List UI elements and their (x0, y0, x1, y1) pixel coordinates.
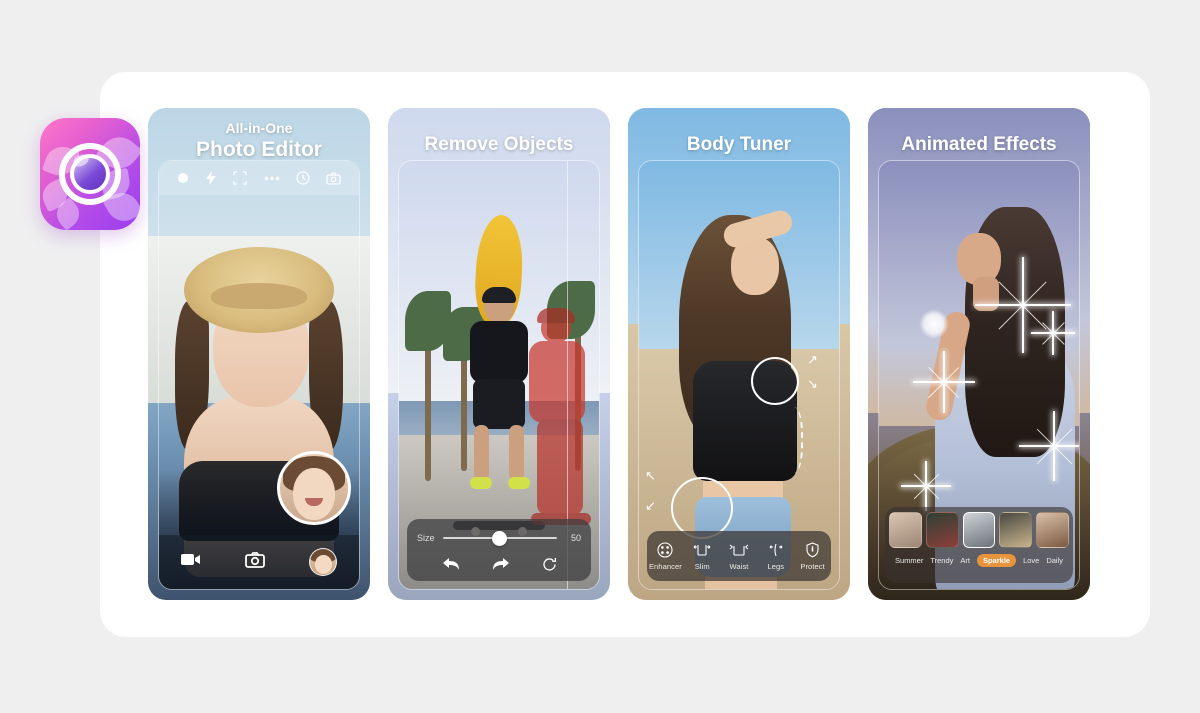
title-line-2: Remove Objects (424, 134, 574, 155)
arrow-icon: ↙ (645, 498, 656, 513)
title-line-2: Body Tuner (686, 134, 792, 155)
selfie-preview-bubble[interactable] (277, 451, 351, 525)
leg (474, 425, 489, 481)
title-line-2: Photo Editor (196, 138, 322, 161)
waist-icon (728, 541, 750, 559)
hat-band (211, 283, 307, 309)
screen3-title: Body Tuner (628, 132, 850, 157)
tool-enhancer[interactable]: Enhancer (647, 541, 684, 571)
size-slider-label: Size (417, 533, 435, 543)
title-line-1: All-in-One (225, 120, 293, 136)
screen1-preview (158, 160, 360, 590)
camera-top-toolbar[interactable] (159, 161, 359, 195)
undo-button[interactable] (442, 557, 460, 571)
photo-capture-button[interactable] (245, 551, 265, 573)
size-slider-track[interactable] (442, 530, 557, 546)
shoe (470, 477, 492, 489)
tool-protect[interactable]: Protect (794, 541, 831, 571)
screen-remove-objects[interactable]: Remove Objects Size 50 (388, 108, 610, 600)
face-detect-icon[interactable] (233, 171, 248, 185)
arrow-icon: ↘ (807, 376, 818, 391)
avatar-face (314, 555, 332, 574)
video-mode-button[interactable] (181, 553, 201, 571)
slim-icon (692, 541, 712, 559)
filter-label-sparkle[interactable]: Sparkle (976, 554, 1017, 567)
filter-label-love[interactable]: Love (1023, 556, 1039, 565)
legs-icon (767, 541, 785, 559)
screenshot-stage: All-in-One Photo Editor Remove Objects S… (0, 0, 1200, 713)
remove-objects-toolbar[interactable]: Size 50 (407, 519, 591, 581)
tool-waist[interactable]: Waist (721, 541, 758, 571)
flash-icon[interactable] (205, 171, 217, 185)
filter-label-summer[interactable]: Summer (895, 556, 923, 565)
screenshot-gallery: All-in-One Photo Editor Remove Objects S… (148, 108, 1110, 600)
shirt (470, 321, 528, 383)
screen2-preview: Size 50 (398, 160, 600, 590)
size-slider-row[interactable]: Size 50 (417, 527, 581, 549)
redo-button[interactable] (492, 557, 510, 571)
switch-camera-icon[interactable] (326, 171, 341, 185)
size-slider-knob[interactable] (492, 530, 508, 546)
tool-slim[interactable]: Slim (684, 541, 721, 571)
object-removal-selection[interactable] (521, 308, 599, 551)
tool-label: Legs (767, 562, 785, 571)
reset-button[interactable] (542, 557, 557, 572)
body-tuner-toolbar[interactable]: Enhancer Slim Waist Legs Protect (647, 531, 831, 581)
timer-icon[interactable] (296, 171, 310, 185)
camera-bottom-toolbar[interactable] (159, 535, 359, 589)
screen2-title: Remove Objects (388, 132, 610, 157)
gallery-avatar-button[interactable] (309, 548, 337, 576)
tool-label: Waist (729, 562, 749, 571)
effect-thumbnail[interactable] (925, 512, 959, 548)
cap (482, 287, 516, 303)
effect-thumbnail[interactable] (889, 512, 922, 548)
filter-label-daily[interactable]: Daily (1046, 556, 1063, 565)
bust-adjust-handle[interactable] (751, 357, 799, 405)
shorts (473, 379, 525, 429)
pip-face (293, 468, 335, 520)
neck (973, 277, 999, 311)
title-line-2: Animated Effects (901, 134, 1057, 155)
screen-animated-effects[interactable]: Animated Effects Summer Trendy Art Spark… (868, 108, 1090, 600)
mask-cap (537, 308, 575, 323)
protect-shield-icon (805, 541, 820, 559)
arrow-icon: ↗ (807, 352, 818, 367)
mask-legs (537, 419, 583, 515)
more-options-icon[interactable] (264, 176, 280, 181)
screen1-title: All-in-One Photo Editor (148, 120, 370, 162)
screen4-preview: Summer Trendy Art Sparkle Love Daily (878, 160, 1080, 590)
effects-filter-strip[interactable]: Summer Trendy Art Sparkle Love Daily (885, 507, 1073, 583)
screen-photo-editor[interactable]: All-in-One Photo Editor (148, 108, 370, 600)
screen3-preview: ↗ ↘ ↖ ↙ Enhancer Slim Waist Legs Protect (638, 160, 840, 590)
adjust-guide-line (781, 407, 803, 473)
screen-body-tuner[interactable]: Body Tuner ↗ ↘ ↖ ↙ Enhancer Slim Waist L… (628, 108, 850, 600)
size-slider-value: 50 (570, 533, 581, 543)
mask-body (529, 341, 585, 423)
effect-thumbnail[interactable] (999, 512, 1033, 548)
model-photo (159, 161, 359, 589)
effect-thumbnails[interactable] (889, 512, 1069, 548)
tool-legs[interactable]: Legs (757, 541, 794, 571)
screen4-title: Animated Effects (868, 132, 1090, 157)
filter-label-trendy[interactable]: Trendy (930, 556, 953, 565)
enhancer-icon (657, 541, 673, 559)
tool-label: Protect (800, 562, 825, 571)
dandelion (919, 309, 949, 339)
body-model-photo: ↗ ↘ ↖ ↙ (639, 161, 839, 589)
filter-label-art[interactable]: Art (960, 556, 970, 565)
camera-lens-flower-icon[interactable] (40, 118, 140, 230)
palm-trunk (425, 331, 431, 481)
history-actions[interactable] (417, 549, 581, 579)
arrow-icon: ↖ (645, 468, 656, 483)
shutter-dot-icon[interactable] (177, 172, 189, 184)
effect-thumbnail-selected[interactable] (962, 512, 996, 548)
hip-adjust-handle[interactable] (671, 477, 733, 539)
effect-category-labels[interactable]: Summer Trendy Art Sparkle Love Daily (889, 548, 1069, 567)
effect-thumbnail[interactable] (1036, 512, 1069, 548)
tool-label: Slim (694, 562, 710, 571)
tool-label: Enhancer (648, 562, 682, 571)
